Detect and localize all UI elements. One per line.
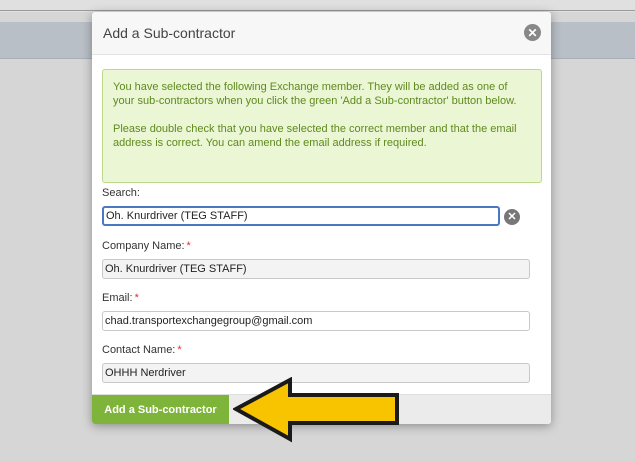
add-subcontractor-modal: Add a Sub-contractor ✕ You have selected… [92, 12, 551, 424]
notice-text: You have selected the following Exchange… [113, 81, 517, 107]
company-name-field[interactable] [102, 259, 530, 279]
email-label: Email: * [102, 292, 139, 304]
modal-title: Add a Sub-contractor [103, 25, 236, 41]
add-subcontractor-button[interactable]: Add a Sub-contractor [92, 395, 229, 424]
background-divider [0, 10, 635, 11]
required-marker: * [177, 344, 182, 356]
close-icon[interactable]: ✕ [524, 24, 541, 41]
pointer-arrow-icon [233, 377, 399, 443]
email-field[interactable] [102, 311, 530, 331]
notice-text: Please double check that you have select… [113, 123, 517, 149]
modal-header: Add a Sub-contractor ✕ [92, 12, 551, 55]
company-name-label: Company Name: * [102, 240, 191, 252]
search-label: Search: [102, 187, 140, 199]
clear-icon[interactable]: ✕ [504, 209, 520, 225]
required-marker: * [186, 240, 191, 252]
required-marker: * [134, 292, 139, 304]
search-input[interactable] [102, 206, 500, 226]
contact-name-label: Contact Name: * [102, 344, 182, 356]
info-notice: You have selected the following Exchange… [102, 69, 542, 183]
